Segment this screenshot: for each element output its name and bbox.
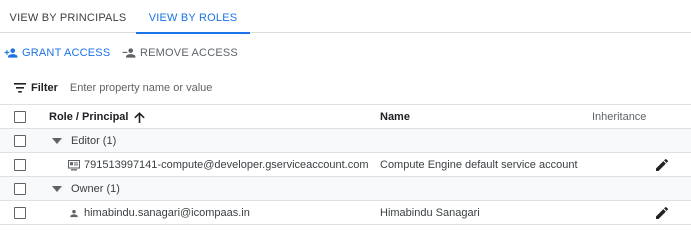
add-person-icon: [4, 48, 18, 58]
expand-toggle-owner[interactable]: [52, 177, 62, 201]
select-all-checkbox[interactable]: [14, 111, 26, 123]
table-header-row: Role / Principal Name Inheritance: [0, 104, 691, 129]
tab-bar: VIEW BY PRINCIPALS VIEW BY ROLES: [0, 0, 691, 34]
principal-checkbox[interactable]: [14, 207, 26, 219]
role-group-row-owner: Owner (1): [0, 177, 691, 201]
column-header-name: Name: [380, 111, 410, 123]
role-checkbox-editor[interactable]: [14, 135, 26, 147]
table-row: 791513997141-compute@developer.gservicea…: [0, 153, 691, 177]
grant-access-label: GRANT ACCESS: [22, 47, 111, 59]
grant-access-button[interactable]: GRANT ACCESS: [4, 44, 110, 62]
role-checkbox-owner[interactable]: [14, 183, 26, 195]
sort-ascending-icon[interactable]: [134, 111, 146, 123]
filter-bar: Filter: [14, 79, 370, 97]
principal-email: himabindu.sanagari@icompaas.in: [84, 207, 250, 219]
caret-down-icon: [52, 138, 62, 144]
caret-down-icon: [52, 186, 62, 192]
tab-view-by-roles[interactable]: VIEW BY ROLES: [136, 0, 250, 34]
remove-access-label: REMOVE ACCESS: [140, 47, 238, 59]
remove-access-button[interactable]: REMOVE ACCESS: [122, 44, 238, 62]
person-icon: [70, 209, 78, 217]
filter-input[interactable]: [69, 82, 370, 94]
roles-table: Role / Principal Name Inheritance Editor…: [0, 104, 691, 225]
table-row: himabindu.sanagari@icompaas.in Himabindu…: [0, 201, 691, 225]
role-group-label: Editor (1): [71, 135, 117, 147]
role-group-row-editor: Editor (1): [0, 129, 691, 153]
principal-checkbox[interactable]: [14, 159, 26, 171]
filter-label: Filter: [31, 82, 58, 94]
service-account-icon: [68, 159, 80, 170]
role-group-label: Owner (1): [71, 183, 120, 195]
principal-cell: himabindu.sanagari@icompaas.in: [68, 201, 250, 225]
principal-email: 791513997141-compute@developer.gservicea…: [84, 159, 369, 171]
filter-icon: [14, 83, 26, 93]
principal-cell: 791513997141-compute@developer.gservicea…: [68, 153, 369, 177]
tab-view-by-principals[interactable]: VIEW BY PRINCIPALS: [0, 0, 136, 33]
remove-person-icon: [122, 48, 136, 58]
expand-toggle-editor[interactable]: [52, 129, 62, 153]
edit-icon[interactable]: [654, 205, 670, 221]
principal-name: Compute Engine default service account: [380, 159, 578, 171]
column-header-role[interactable]: Role / Principal: [49, 105, 146, 129]
column-header-role-label: Role / Principal: [49, 110, 129, 123]
edit-icon[interactable]: [654, 157, 670, 173]
column-header-inheritance: Inheritance: [592, 111, 647, 123]
principal-name: Himabindu Sanagari: [380, 207, 480, 219]
